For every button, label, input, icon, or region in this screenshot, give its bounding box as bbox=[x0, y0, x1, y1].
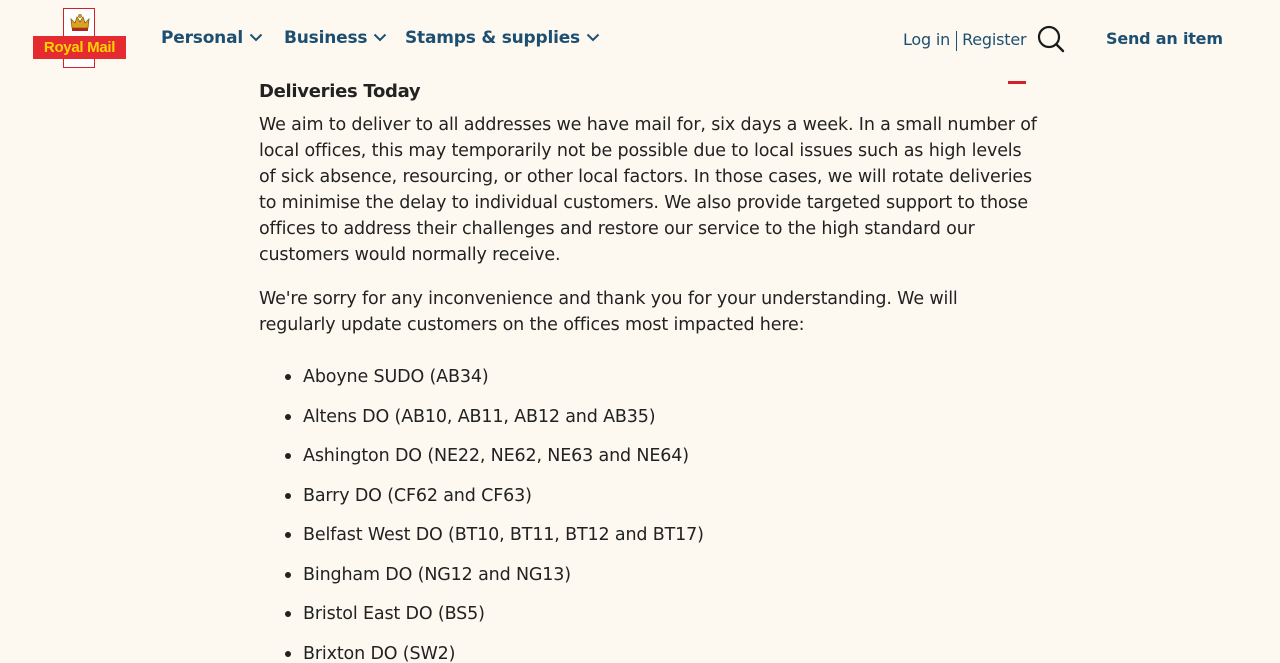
register-link[interactable]: Register bbox=[962, 30, 1026, 49]
nav-personal-label: Personal bbox=[161, 28, 243, 48]
list-item: Ashington DO (NE22, NE62, NE63 and NE64) bbox=[285, 443, 1039, 469]
office-list: Aboyne SUDO (AB34) Altens DO (AB10, AB11… bbox=[259, 364, 1039, 663]
list-item: Bristol East DO (BS5) bbox=[285, 601, 1039, 627]
nav-stamps-label: Stamps & supplies bbox=[405, 28, 580, 48]
login-link[interactable]: Log in bbox=[903, 30, 950, 49]
apology-paragraph: We're sorry for any inconvenience and th… bbox=[259, 289, 958, 335]
crown-icon bbox=[70, 14, 90, 31]
intro-paragraph: We aim to deliver to all addresses we ha… bbox=[259, 115, 1037, 265]
nav-business-label: Business bbox=[284, 28, 368, 48]
divider bbox=[956, 30, 958, 51]
logo-text: Royal Mail bbox=[43, 39, 116, 56]
nav-stamps-supplies[interactable]: Stamps & supplies bbox=[405, 26, 600, 50]
chevron-down-icon bbox=[249, 33, 263, 41]
royal-mail-logo[interactable]: Royal Mail bbox=[33, 8, 126, 69]
list-item: Barry DO (CF62 and CF63) bbox=[285, 483, 1039, 509]
chevron-down-icon bbox=[586, 33, 600, 41]
send-an-item-link[interactable]: Send an item bbox=[1106, 27, 1223, 51]
list-item: Altens DO (AB10, AB11, AB12 and AB35) bbox=[285, 404, 1039, 430]
list-item: Brixton DO (SW2) bbox=[285, 641, 1039, 663]
list-item: Belfast West DO (BT10, BT11, BT12 and BT… bbox=[285, 522, 1039, 548]
search-icon[interactable] bbox=[1037, 25, 1065, 53]
list-item: Aboyne SUDO (AB34) bbox=[285, 364, 1039, 390]
page: Royal Mail Personal Business Stamps & su… bbox=[0, 0, 1280, 663]
nav-personal[interactable]: Personal bbox=[161, 26, 263, 50]
list-item: Bingham DO (NG12 and NG13) bbox=[285, 562, 1039, 588]
nav-business[interactable]: Business bbox=[284, 26, 387, 50]
main-content: Deliveries Today We aim to deliver to al… bbox=[259, 78, 1039, 663]
site-header: Royal Mail Personal Business Stamps & su… bbox=[0, 0, 1280, 80]
section-heading: Deliveries Today bbox=[259, 81, 421, 102]
chevron-down-icon bbox=[374, 33, 387, 41]
account-links: Log in Register bbox=[903, 28, 1027, 52]
